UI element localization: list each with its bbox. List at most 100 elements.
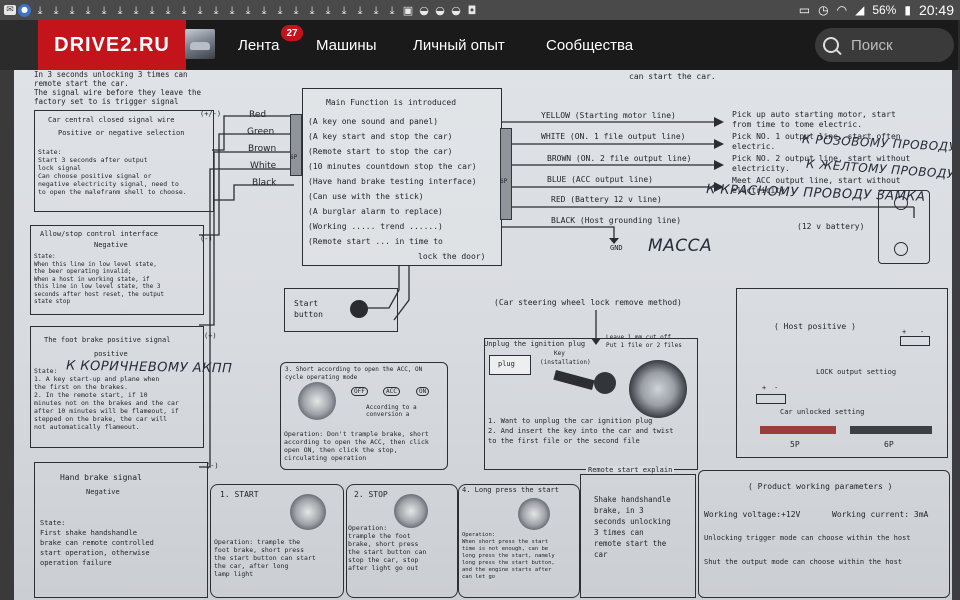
main-function-list: (A key one sound and panel) (A key start… bbox=[308, 117, 486, 261]
search-input[interactable] bbox=[849, 35, 943, 55]
allow-stop-sub: Negative bbox=[94, 241, 128, 249]
central-lock-sub: Positive or negative selection bbox=[58, 129, 185, 137]
remote-start-body: Shake handshandle brake, in 3 seconds un… bbox=[594, 495, 671, 559]
alarm-icon: ◷ bbox=[818, 3, 829, 17]
download-icon: ⤓ bbox=[133, 3, 139, 17]
connector-5p: 5P bbox=[790, 440, 800, 449]
finger-button-icon bbox=[298, 382, 336, 420]
long-press-icon bbox=[518, 498, 550, 530]
conversion-note: According to a conversion a bbox=[366, 404, 417, 418]
host-positive-title: ( Host positive ) bbox=[774, 322, 856, 331]
search-box[interactable] bbox=[815, 28, 954, 62]
key-label: Key bbox=[554, 350, 565, 357]
right-connector-label: 6P bbox=[500, 178, 508, 185]
download-icon: ⤓ bbox=[389, 3, 395, 17]
search-icon[interactable] bbox=[823, 37, 839, 53]
left-connector bbox=[290, 114, 302, 176]
gnd-label: GND bbox=[610, 244, 623, 252]
polarity-mark: (+) bbox=[204, 332, 217, 340]
connector-6p-bar bbox=[850, 426, 932, 434]
nav-communities[interactable]: Сообщества bbox=[546, 20, 633, 70]
wire-red: Red bbox=[249, 110, 267, 120]
connector-5p-bar bbox=[760, 426, 836, 434]
clock: 20:49 bbox=[918, 2, 954, 18]
state-off: OFF bbox=[351, 387, 368, 396]
state-on: ON bbox=[416, 387, 430, 396]
nav-experience[interactable]: Личный опыт bbox=[413, 20, 505, 70]
handwritten-note: МАССА bbox=[648, 236, 713, 256]
car-unlocked-setting: Car unlocked setting bbox=[780, 408, 865, 416]
wire-blue-label: BLUE (ACC output line) bbox=[547, 175, 653, 184]
wire-black-label: BLACK (Host grounding line) bbox=[551, 216, 682, 225]
long-press-step-title: 4. Long press the start bbox=[462, 486, 559, 494]
wire-brown-label: BROWN (ON. 2 file output line) bbox=[547, 154, 692, 163]
download-icon: ⤓ bbox=[341, 3, 347, 17]
download-icon: ⤓ bbox=[37, 3, 43, 17]
download-icon: ⤓ bbox=[165, 3, 171, 17]
status-bar: ✉ ● ⤓ ⤓ ⤓ ⤓ ⤓ ⤓ ⤓ ⤓ ⤓ ⤓ ⤓ ⤓ ⤓ ⤓ ⤓ ⤓ ⤓ ⤓ … bbox=[0, 0, 960, 20]
key-head-icon bbox=[594, 372, 616, 394]
photo-shadow-right bbox=[952, 70, 960, 600]
car-icon: ◒ bbox=[419, 3, 429, 17]
site-logo[interactable]: DRIVE2.RU bbox=[38, 20, 186, 70]
pin-minus: - bbox=[920, 328, 925, 336]
site-header: DRIVE2.RU Лента 27 Машины Личный опыт Со… bbox=[38, 20, 958, 70]
feed-badge: 27 bbox=[280, 24, 304, 42]
battery-terminal-icon bbox=[894, 242, 908, 256]
nav-cars[interactable]: Машины bbox=[316, 20, 376, 70]
start-button-icon bbox=[350, 300, 368, 318]
right-connector bbox=[500, 128, 512, 220]
lock-jumper bbox=[900, 336, 930, 346]
main-function-title: Main Function is introduced bbox=[326, 98, 457, 107]
install-label: (installation) bbox=[540, 359, 591, 366]
params-title: ( Product working parameters ) bbox=[748, 482, 893, 491]
params-voltage: Working voltage:+12V bbox=[704, 510, 801, 519]
download-icon: ⤓ bbox=[277, 3, 283, 17]
download-icon: ⤓ bbox=[101, 3, 107, 17]
allow-stop-title: Allow/stop control interface bbox=[40, 230, 159, 238]
notification-icons: ✉ ● ⤓ ⤓ ⤓ ⤓ ⤓ ⤓ ⤓ ⤓ ⤓ ⤓ ⤓ ⤓ ⤓ ⤓ ⤓ ⤓ ⤓ ⤓ … bbox=[4, 2, 479, 18]
connector-6p: 6P bbox=[884, 440, 894, 449]
download-icon: ⤓ bbox=[357, 3, 363, 17]
start-step-op: Operation: trample the foot brake, short… bbox=[214, 538, 316, 578]
params-current: Working current: 3mA bbox=[832, 510, 929, 519]
download-icon: ⤓ bbox=[69, 3, 75, 17]
central-lock-title: Car central closed signal wire bbox=[48, 116, 175, 124]
params-row: Unlocking trigger mode can choose within… bbox=[704, 534, 911, 542]
download-icon: ⤓ bbox=[85, 3, 91, 17]
wifi-icon: ◠ bbox=[836, 3, 848, 17]
wire-white-label: WHITE (ON. 1 file output line) bbox=[541, 132, 686, 141]
polarity-mark: (-) bbox=[206, 462, 219, 470]
download-icon: ⤓ bbox=[245, 3, 251, 17]
pin-minus: - bbox=[774, 384, 779, 392]
ignition-lock-icon bbox=[629, 360, 687, 418]
battery-percent: 56% bbox=[872, 3, 897, 17]
left-connector-label: 6P bbox=[290, 154, 298, 161]
central-lock-body: State: Start 3 seconds after output lock… bbox=[38, 148, 187, 196]
nav-feed[interactable]: Лента bbox=[238, 20, 280, 70]
allow-stop-body: State: When this line in low level state… bbox=[34, 253, 165, 305]
steering-unplug: Unplug the ignition plug bbox=[484, 340, 586, 348]
cast-icon: ▭ bbox=[798, 3, 811, 17]
unlock-jumper bbox=[756, 394, 786, 404]
status-right: ▭ ◷ ◠ ◢ 56% ▮ 20:49 bbox=[799, 0, 954, 20]
top-left-notes: In 3 seconds unlocking 3 times can remot… bbox=[34, 70, 202, 106]
avatar[interactable] bbox=[185, 29, 215, 59]
wire-yellow-label: YELLOW (Starting motor line) bbox=[541, 111, 676, 120]
stop-step-title: 2. STOP bbox=[354, 490, 388, 499]
hand-brake-title: Hand brake signal bbox=[60, 473, 142, 482]
download-icon: ⤓ bbox=[309, 3, 315, 17]
download-icon: ⤓ bbox=[117, 3, 123, 17]
polarity-mark: (-) bbox=[200, 235, 213, 243]
app-notification-icon: ● bbox=[18, 3, 31, 17]
long-press-step-op: Operation: When short press the start ti… bbox=[462, 532, 555, 580]
bag-icon: ◘ bbox=[467, 3, 477, 17]
wiring-diagram-photo[interactable]: In 3 seconds unlocking 3 times can remot… bbox=[0, 70, 960, 600]
car-icon: ◒ bbox=[451, 3, 461, 17]
steering-steps: 1. Want to unplug the car ignition plug … bbox=[488, 417, 674, 445]
stop-button-press-icon bbox=[394, 494, 428, 528]
polarity-mark: (+/-) bbox=[200, 110, 222, 118]
battery-icon: ▮ bbox=[904, 3, 911, 17]
steering-title: (Car steering wheel lock remove method) bbox=[494, 298, 682, 307]
mail-icon: ✉ bbox=[4, 5, 16, 15]
